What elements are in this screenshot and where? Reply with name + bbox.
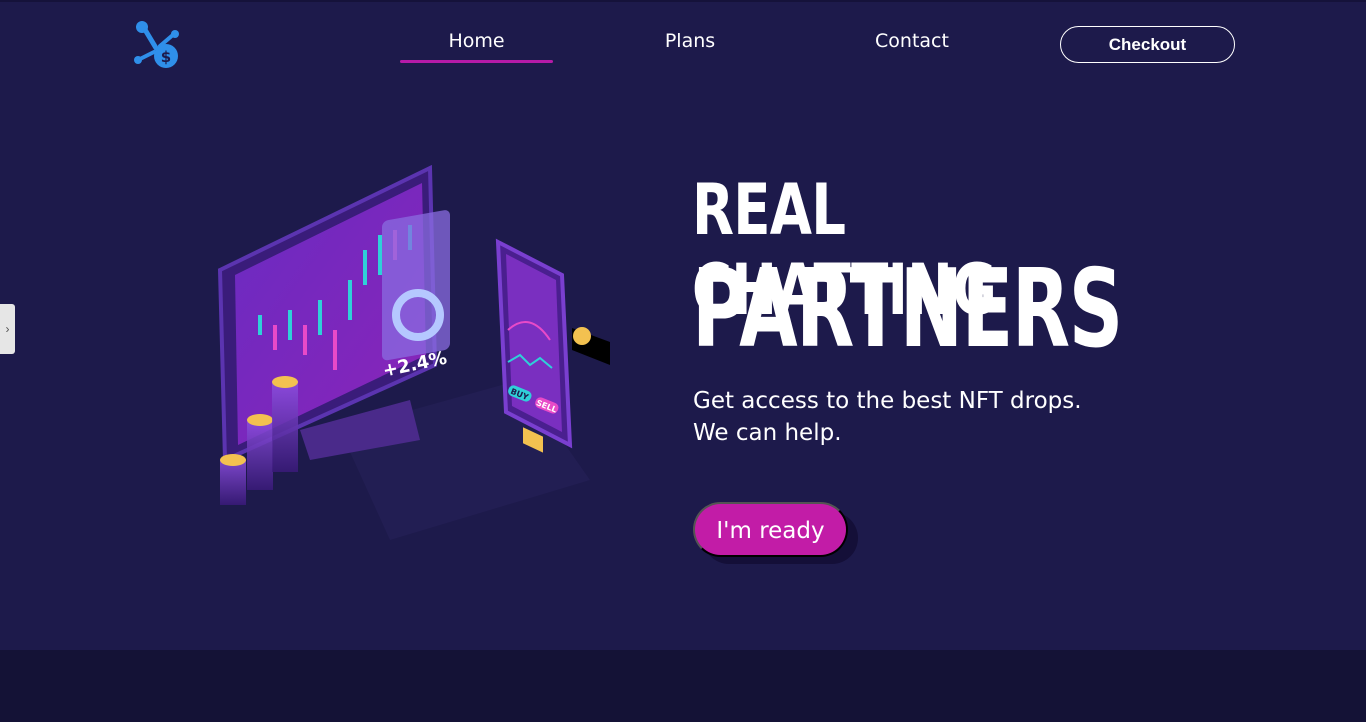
hero-subtitle: Get access to the best NFT drops. We can… bbox=[693, 385, 1153, 449]
hero-headline-line2: PARTNERS bbox=[692, 247, 1123, 372]
hero-subtitle-line1: Get access to the best NFT drops. bbox=[693, 388, 1082, 414]
top-navigation: $ Home Plans Contact Checkout bbox=[0, 0, 1366, 90]
checkout-button[interactable]: Checkout bbox=[1060, 26, 1235, 63]
svg-text:$: $ bbox=[161, 48, 171, 66]
logo-icon[interactable]: $ bbox=[130, 20, 182, 72]
hero-subtitle-line2: We can help. bbox=[693, 420, 842, 446]
im-ready-button[interactable]: I'm ready bbox=[693, 502, 848, 557]
nav-active-underline bbox=[400, 60, 553, 63]
nav-contact-link[interactable]: Contact bbox=[862, 30, 962, 52]
side-drawer-tab[interactable]: › bbox=[0, 304, 15, 354]
nav-plans-link[interactable]: Plans bbox=[640, 30, 740, 52]
footer-band bbox=[0, 650, 1366, 722]
coin-stack bbox=[247, 420, 273, 490]
coin-stack bbox=[220, 460, 246, 505]
nav-home-link[interactable]: Home bbox=[400, 30, 553, 52]
trading-illustration: +2.4% BUY SELL bbox=[217, 164, 610, 540]
coin-stack bbox=[272, 382, 298, 472]
chevron-right-icon: › bbox=[5, 322, 10, 336]
